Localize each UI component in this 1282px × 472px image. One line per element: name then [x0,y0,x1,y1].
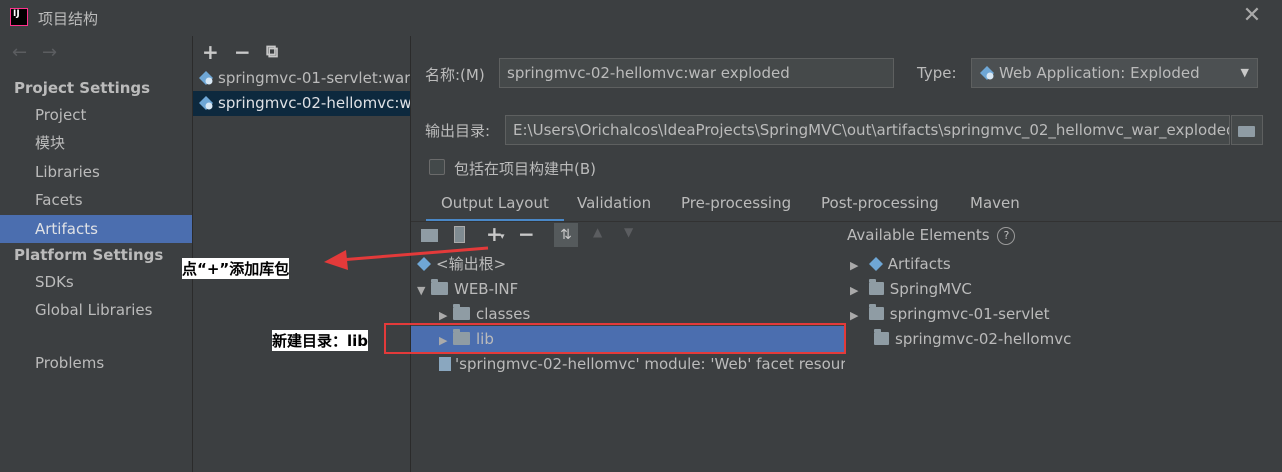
available-label: springmvc-01-servlet [889,305,1050,323]
chevron-right-icon[interactable]: ▶ [850,303,864,328]
chevron-right-icon[interactable]: ▶ [850,278,864,303]
remove-artifact-button[interactable]: − [234,40,251,64]
tab-post-processing[interactable]: Post-processing [821,186,939,222]
move-up-icon[interactable]: ▲ [593,225,602,239]
available-elements-label: Available Elements [847,226,990,244]
sidebar-item-problems[interactable]: Problems [0,349,192,377]
browse-folder-button[interactable] [1231,115,1263,145]
tab-output-layout[interactable]: Output Layout [426,186,564,222]
chevron-down-icon: ▼ [1240,66,1249,79]
available-label: Artifacts [887,255,951,273]
chevron-right-icon[interactable]: ▶ [850,253,864,278]
available-item-servlet[interactable]: ▶ springmvc-01-servlet [850,302,1050,327]
module-icon [874,329,889,345]
forward-arrow-icon[interactable]: → [42,42,57,63]
sidebar-item-sdks[interactable]: SDKs [0,268,192,296]
folder-icon [1238,126,1255,137]
annotation-highlight-box [384,323,846,354]
remove-icon[interactable]: − [518,222,535,246]
web-artifact-icon [980,66,994,80]
module-icon [868,304,884,320]
available-item-artifacts[interactable]: ▶ Artifacts [850,252,951,277]
sidebar-item-libraries[interactable]: Libraries [0,158,192,186]
include-in-build-label: 包括在项目构建中(B) [454,160,596,178]
annotation-arrow-icon [324,246,489,270]
sidebar-item-project[interactable]: Project [0,101,192,129]
tree-facet-label: 'springmvc-02-hellomvc' module: 'Web' fa… [455,355,845,373]
type-select[interactable]: Web Application: Exploded ▼ [971,58,1258,88]
sidebar-item-artifacts[interactable]: Artifacts [0,215,192,243]
window-title: 项目结构 [38,10,99,28]
sidebar-item-modules[interactable]: 模块 [0,129,192,157]
add-artifact-button[interactable]: + [202,40,219,64]
tree-row-facet[interactable]: 'springmvc-02-hellomvc' module: 'Web' fa… [439,352,845,377]
web-artifact-icon [199,71,213,85]
copy-artifact-button[interactable]: ⧉ [266,42,278,62]
artifact-item-selected[interactable]: springmvc-02-hellomvc:war exploded [193,91,410,116]
type-label: Type: [917,64,957,82]
available-item-hellomvc[interactable]: springmvc-02-hellomvc [864,327,1071,352]
chevron-down-icon[interactable]: ▼ [417,278,431,303]
close-icon[interactable]: ✕ [1240,4,1264,28]
available-label: SpringMVC [889,280,972,298]
project-settings-header: Project Settings [14,79,151,97]
tab-pre-processing[interactable]: Pre-processing [681,186,791,222]
back-arrow-icon[interactable]: ← [12,42,27,63]
available-elements-title: Available Elements ? [847,226,1016,245]
module-icon [868,279,884,295]
sidebar-item-facets[interactable]: Facets [0,186,192,214]
facet-resource-icon [439,357,451,371]
help-icon[interactable]: ? [997,227,1016,245]
tree-classes-label: classes [476,305,531,323]
artifacts-icon [868,257,883,271]
output-dir-label: 输出目录: [425,122,491,140]
artifact-label: springmvc-01-servlet:war exploded [218,69,410,87]
title-bar: IJ 项目结构 ✕ [0,0,1282,36]
annotation-add-library: 点“+”添加库包 [182,258,290,279]
sidebar-item-global-libraries[interactable]: Global Libraries [0,296,192,324]
name-field[interactable]: springmvc-02-hellomvc:war exploded [499,58,894,88]
name-label: 名称:(M) [425,66,485,84]
type-value: Web Application: Exploded [999,64,1200,82]
output-dir-field[interactable]: E:\Users\Orichalcos\IdeaProjects\SpringM… [505,115,1230,145]
artifact-label: springmvc-02-hellomvc:war exploded [218,94,410,112]
platform-settings-header: Platform Settings [14,246,164,264]
folder-icon [453,304,470,320]
tree-row-webinf[interactable]: ▼ WEB-INF [417,277,518,302]
tab-maven[interactable]: Maven [970,186,1020,222]
tab-validation[interactable]: Validation [577,186,651,222]
available-item-springmvc[interactable]: ▶ SpringMVC [850,277,972,302]
available-label: springmvc-02-hellomvc [895,330,1072,348]
sort-elements-icon[interactable]: ⇅ [554,223,578,247]
intellij-app-icon: IJ [10,8,28,26]
chevron-down-icon: ▾ [500,232,505,242]
folder-icon [431,279,448,295]
artifact-item[interactable]: springmvc-01-servlet:war exploded [193,66,410,91]
include-in-build-checkbox[interactable] [429,159,445,175]
tree-webinf-label: WEB-INF [454,280,519,298]
move-down-icon[interactable]: ▼ [624,225,633,239]
web-artifact-icon [199,96,213,110]
annotation-new-dir: 新建目录：lib [272,330,369,351]
